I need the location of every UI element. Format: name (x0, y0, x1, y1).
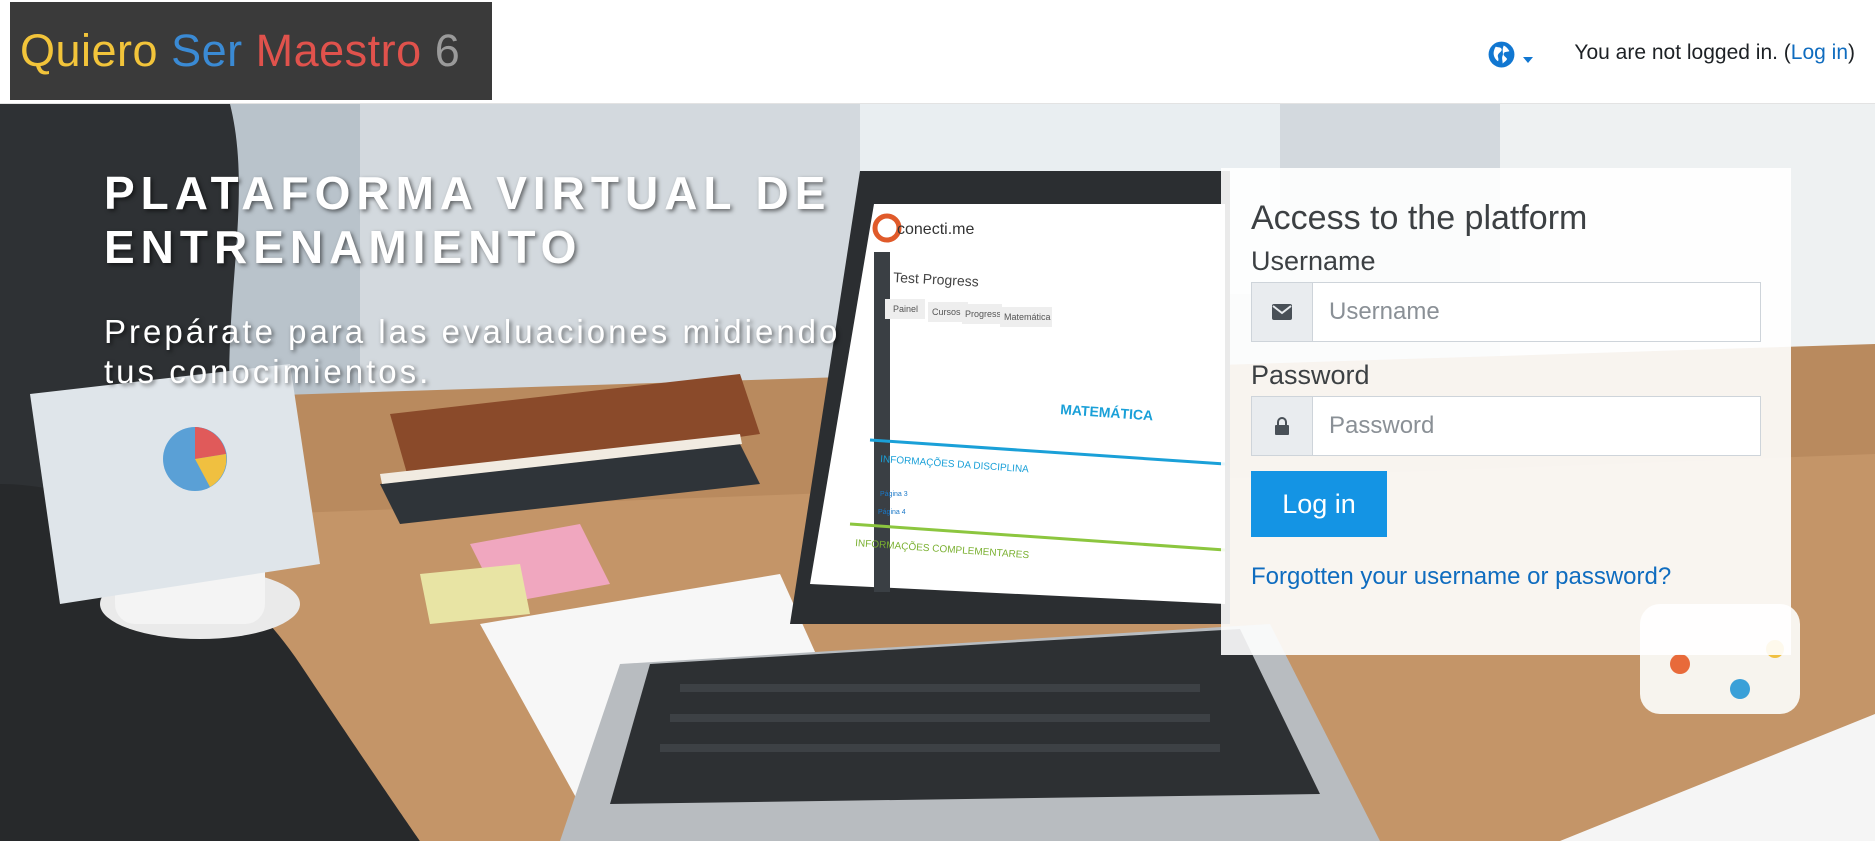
logo-word-3: Maestro (255, 25, 422, 76)
hero-subheadline-line-1: Prepárate para las evaluaciones midiendo (104, 313, 841, 350)
login-status: You are not logged in. (Log in) (1574, 41, 1855, 65)
password-label: Password (1251, 360, 1370, 390)
password-addon (1252, 397, 1313, 455)
envelope-icon (1272, 304, 1292, 320)
hero-banner: conecti.me Test Progress Painel Cursos P… (0, 104, 1875, 841)
username-input-group (1251, 282, 1761, 342)
chevron-down-icon (1523, 56, 1533, 63)
mockup-tab-3: Progress (965, 309, 1002, 319)
login-status-suffix: ) (1848, 41, 1855, 64)
hero-headline-line-2: ENTRENAMIENTO (104, 221, 583, 273)
logo-word-1: Quiero (20, 25, 159, 76)
top-navbar: Quiero Ser Maestro 6 You are not logged … (0, 0, 1875, 104)
hero-headline-line-1: PLATAFORMA VIRTUAL DE (104, 167, 832, 219)
hero-headline: PLATAFORMA VIRTUAL DE ENTRENAMIENTO (104, 166, 864, 274)
mockup-tab-1: Painel (893, 304, 918, 314)
hero-subheadline: Prepárate para las evaluaciones midiendo… (104, 312, 874, 392)
mockup-brand: conecti.me (897, 221, 974, 238)
login-panel-title: Access to the platform (1251, 199, 1588, 237)
login-status-prefix: You are not logged in. ( (1574, 41, 1791, 64)
mockup-tab-4: Matemática (1004, 312, 1051, 322)
header-login-link[interactable]: Log in (1791, 41, 1848, 64)
forgot-password-link[interactable]: Forgotten your username or password? (1251, 563, 1761, 591)
hero-subheadline-line-2: tus conocimientos. (104, 353, 432, 390)
username-input[interactable] (1313, 283, 1760, 341)
logo-word-2: Ser (171, 25, 243, 76)
language-menu[interactable] (1488, 41, 1533, 68)
site-logo[interactable]: Quiero Ser Maestro 6 (10, 2, 492, 100)
mockup-tab-2: Cursos (932, 307, 961, 317)
logo-word-4: 6 (434, 25, 461, 76)
login-submit-button[interactable]: Log in (1251, 471, 1387, 537)
username-addon (1252, 283, 1313, 341)
username-label: Username (1251, 246, 1376, 276)
password-input[interactable] (1313, 397, 1760, 455)
password-input-group (1251, 396, 1761, 456)
login-panel: Access to the platform Username Password… (1221, 168, 1791, 655)
mockup-link-2: Página 4 (878, 509, 906, 516)
lock-icon (1275, 417, 1289, 435)
globe-icon (1488, 41, 1515, 68)
mockup-link-1: Página 3 (880, 491, 908, 498)
